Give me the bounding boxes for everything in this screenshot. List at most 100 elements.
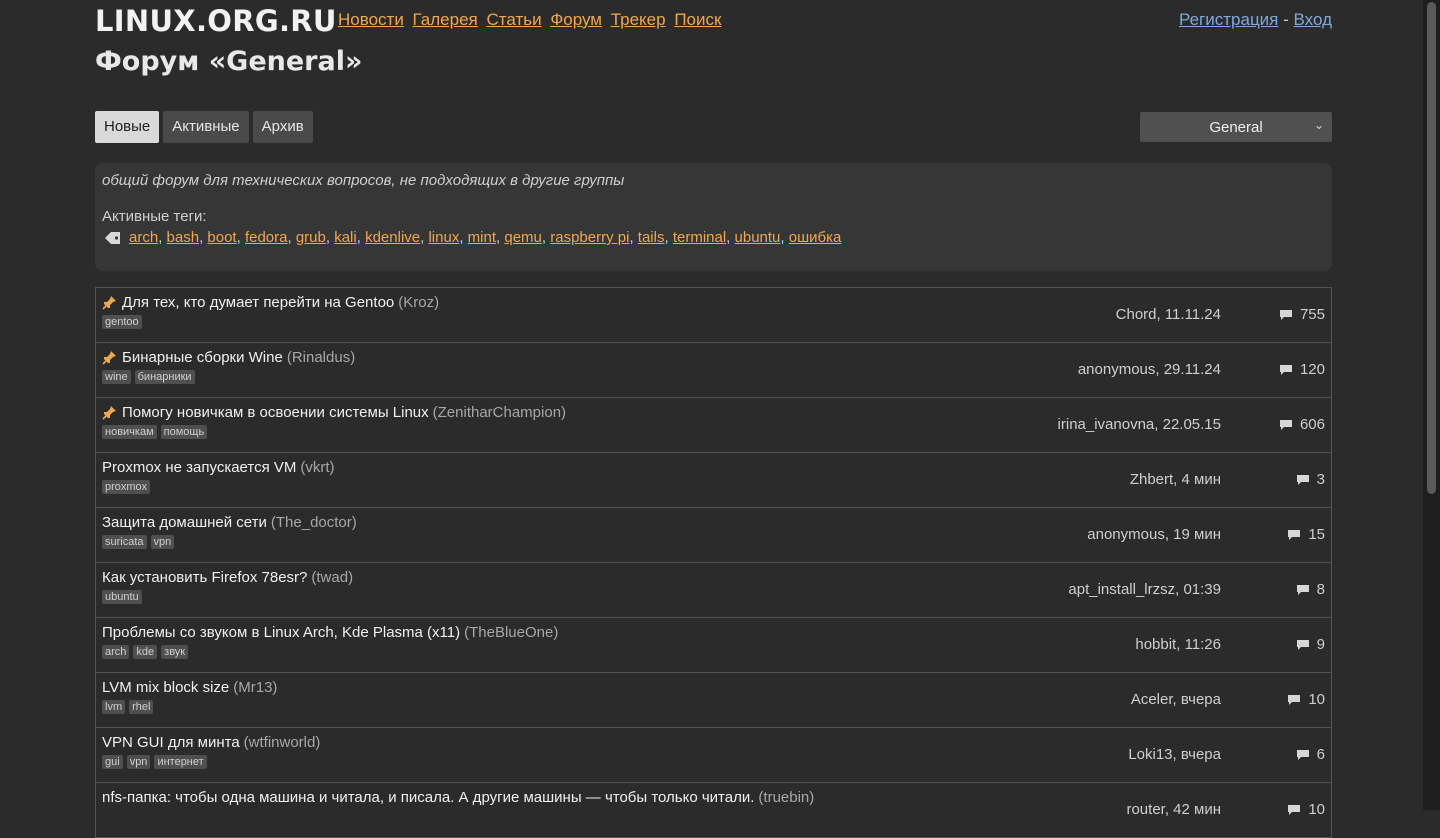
comment-count[interactable]: 606 (1279, 416, 1325, 433)
topic-author[interactable]: (The_doctor) (271, 514, 357, 531)
tag-separator: , (726, 229, 735, 246)
tag-link[interactable]: grub (296, 229, 326, 246)
topic-title[interactable]: nfs-папка: чтобы одна машина и читала, и… (102, 789, 754, 806)
last-comment[interactable]: Chord, 11.11.24 (1116, 306, 1221, 323)
tag-link[interactable]: ошибка (789, 229, 842, 246)
topic-title[interactable]: LVM mix block size (102, 679, 229, 696)
comment-count[interactable]: 9 (1296, 636, 1325, 653)
topic-title[interactable]: Proxmox не запускается VM (102, 459, 296, 476)
tag-link[interactable]: qemu (504, 229, 542, 246)
active-tags-list: arch, bash, boot, fedora, grub, kali, kd… (102, 229, 1325, 246)
site-logo[interactable]: LINUX.ORG.RU (95, 4, 337, 38)
nav-search[interactable]: Поиск (674, 10, 721, 29)
topic-tag[interactable]: звук (161, 645, 189, 659)
topic-title[interactable]: Для тех, кто думает перейти на Gentoo (122, 294, 394, 311)
topic-tag[interactable]: lvm (102, 700, 126, 714)
auth-separator: - (1283, 10, 1289, 29)
topic-row: Помогу новичкам в освоении системы Linux… (96, 398, 1331, 453)
tag-link[interactable]: kali (334, 229, 357, 246)
topic-author[interactable]: (twad) (311, 569, 353, 586)
topic-author[interactable]: (Mr13) (233, 679, 277, 696)
tag-link[interactable]: terminal (673, 229, 726, 246)
comment-count-value: 6 (1316, 746, 1325, 763)
comment-count-value: 9 (1316, 636, 1325, 653)
nav-tracker[interactable]: Трекер (611, 10, 666, 29)
topic-author[interactable]: (vkrt) (300, 459, 334, 476)
topic-tag[interactable]: помощь (160, 425, 208, 439)
topic-author[interactable]: (Rinaldus) (287, 349, 355, 366)
nav-gallery[interactable]: Галерея (413, 10, 478, 29)
tag-separator: , (780, 229, 789, 246)
topic-tag[interactable]: бинарники (134, 370, 195, 384)
comment-count[interactable]: 15 (1287, 526, 1325, 543)
comments-icon (1288, 694, 1301, 705)
topic-title[interactable]: Проблемы со звуком в Linux Arch, Kde Pla… (102, 624, 460, 641)
comment-count[interactable]: 120 (1279, 361, 1325, 378)
tab-archive[interactable]: Архив (252, 111, 313, 143)
topic-tag[interactable]: proxmox (102, 480, 151, 494)
group-description: общий форум для технических вопросов, не… (102, 172, 625, 189)
last-comment[interactable]: anonymous, 19 мин (1087, 526, 1221, 543)
group-select[interactable]: General ⌄ (1140, 112, 1332, 142)
tag-link[interactable]: tails (638, 229, 665, 246)
login-link[interactable]: Вход (1294, 10, 1332, 29)
comments-icon (1279, 309, 1292, 320)
comment-count[interactable]: 3 (1296, 471, 1325, 488)
scrollbar-thumb[interactable] (1427, 2, 1436, 494)
tag-link[interactable]: mint (468, 229, 496, 246)
topic-title[interactable]: VPN GUI для минта (102, 734, 240, 751)
topic-author[interactable]: (TheBlueOne) (464, 624, 558, 641)
topic-tag[interactable]: rhel (129, 700, 154, 714)
tag-separator: , (541, 229, 551, 246)
last-comment[interactable]: Aceler, вчера (1131, 691, 1221, 708)
topic-tag[interactable]: новичкам (102, 425, 157, 439)
tag-link[interactable]: linux (428, 229, 459, 246)
tag-link[interactable]: kdenlive (365, 229, 420, 246)
last-comment[interactable]: irina_ivanovna, 22.05.15 (1058, 416, 1221, 433)
topic-tag[interactable]: arch (102, 645, 130, 659)
tag-link[interactable]: fedora (245, 229, 288, 246)
topic-title[interactable]: Защита домашней сети (102, 514, 267, 531)
last-comment[interactable]: Loki13, вчера (1128, 746, 1221, 763)
comment-count[interactable]: 10 (1287, 691, 1325, 708)
topic-title[interactable]: Бинарные сборки Wine (122, 349, 283, 366)
register-link[interactable]: Регистрация (1179, 10, 1278, 29)
topic-tag[interactable]: vpn (150, 535, 175, 549)
topic-tag[interactable]: vpn (126, 755, 151, 769)
topic-tag[interactable]: wine (102, 370, 131, 384)
topic-tag[interactable]: интернет (154, 755, 207, 769)
nav-news[interactable]: Новости (338, 10, 404, 29)
topic-tag[interactable]: gui (102, 755, 123, 769)
tag-link[interactable]: boot (207, 229, 236, 246)
tag-link[interactable]: bash (167, 229, 200, 246)
comment-count[interactable]: 6 (1296, 746, 1325, 763)
tab-new[interactable]: Новые (95, 111, 160, 143)
topic-author[interactable]: (wtfinworld) (244, 734, 321, 751)
scrollbar[interactable] (1423, 0, 1440, 810)
nav-articles[interactable]: Статьи (486, 10, 541, 29)
last-comment[interactable]: hobbit, 11:26 (1135, 636, 1221, 653)
topic-author[interactable]: (ZenitharChampion) (433, 404, 566, 421)
tag-link[interactable]: arch (129, 229, 158, 246)
topic-tag[interactable]: kde (133, 645, 158, 659)
group-select-value: General (1209, 118, 1263, 136)
topic-title[interactable]: Как установить Firefox 78esr? (102, 569, 307, 586)
last-comment[interactable]: apt_install_lrzsz, 01:39 (1068, 581, 1221, 598)
comments-icon (1288, 529, 1301, 540)
topic-tag[interactable]: ubuntu (102, 590, 142, 604)
tag-link[interactable]: raspberry pi (550, 229, 629, 246)
last-comment[interactable]: anonymous, 29.11.24 (1078, 361, 1221, 378)
topic-author[interactable]: (Kroz) (398, 294, 439, 311)
last-comment[interactable]: Zhbert, 4 мин (1130, 471, 1221, 488)
topic-author[interactable]: (truebin) (758, 789, 814, 806)
comment-count[interactable]: 8 (1296, 581, 1325, 598)
topic-row: Проблемы со звуком в Linux Arch, Kde Pla… (96, 618, 1331, 673)
tag-link[interactable]: ubuntu (735, 229, 781, 246)
tab-active[interactable]: Активные (163, 111, 249, 143)
topic-tag[interactable]: suricata (102, 535, 147, 549)
topic-title[interactable]: Помогу новичкам в освоении системы Linux (122, 404, 429, 421)
topic-row: Для тех, кто думает перейти на Gentoo (Kr… (96, 288, 1331, 343)
comment-count[interactable]: 755 (1279, 306, 1325, 323)
topic-tag[interactable]: gentoo (102, 315, 142, 329)
nav-forum[interactable]: Форум (550, 10, 602, 29)
